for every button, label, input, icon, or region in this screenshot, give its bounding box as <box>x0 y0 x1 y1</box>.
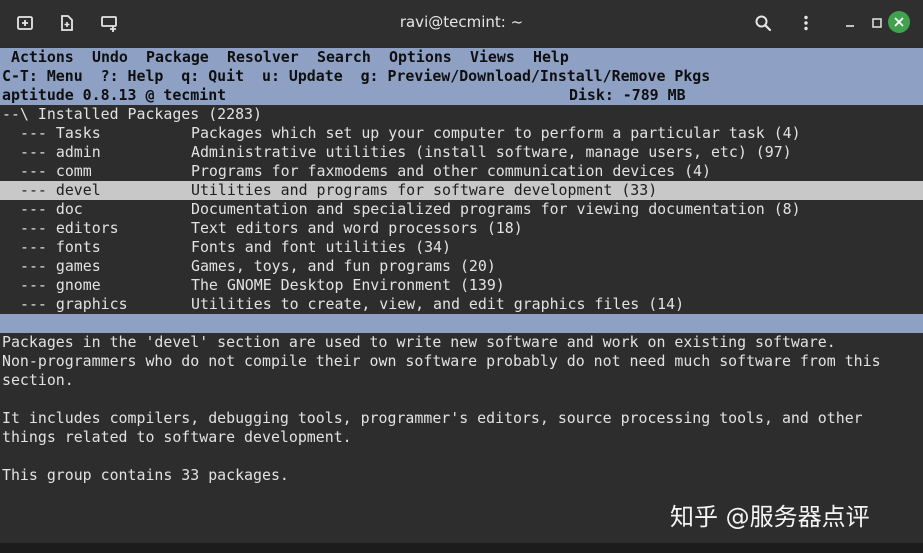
menu-views[interactable]: Views <box>470 48 515 67</box>
description-text: This group contains 33 packages. <box>2 466 289 484</box>
version-text: aptitude 0.8.13 @ tecmint <box>2 86 227 104</box>
watermark: 知乎 @服务器点评 <box>670 503 870 531</box>
window-title: ravi@tecmint: ~ <box>399 13 524 31</box>
section-desc: Games, toys, and fun programs (20) <box>191 257 496 275</box>
bottom-edge <box>0 543 923 553</box>
status-bar: aptitude 0.8.13 @ tecmint Disk: -789 MB <box>0 86 923 105</box>
description-text: things related to software development. <box>2 428 352 446</box>
terminal-window: ravi@tecmint: ~ Actions Undo Package Res… <box>0 0 923 553</box>
section-desc: Administrative utilities (install softwa… <box>191 143 792 161</box>
section-desc: The GNOME Desktop Environment (139) <box>191 276 505 294</box>
section-desc: Fonts and font utilities (34) <box>191 238 451 256</box>
shortcut-text: C-T: Menu ?: Help q: Quit u: Update g: P… <box>2 67 711 85</box>
section-row-gnome[interactable]: --- gnome The GNOME Desktop Environment … <box>0 276 923 295</box>
menu-help[interactable]: Help <box>533 48 569 67</box>
section-row-editors[interactable]: --- editors Text editors and word proces… <box>0 219 923 238</box>
description-line: things related to software development. <box>0 428 923 447</box>
shortcut-bar: C-T: Menu ?: Help q: Quit u: Update g: P… <box>0 67 923 86</box>
section-row-graphics[interactable]: --- graphics Utilities to create, view, … <box>0 295 923 314</box>
section-name: --- comm <box>20 162 92 180</box>
terminal-area[interactable]: Actions Undo Package Resolver Search Opt… <box>0 47 923 553</box>
section-row-comm[interactable]: --- comm Programs for faxmodems and othe… <box>0 162 923 181</box>
section-name: --- doc <box>20 200 83 218</box>
menu-search[interactable]: Search <box>317 48 371 67</box>
section-name: --- gnome <box>20 276 101 294</box>
section-name: --- devel <box>20 181 101 199</box>
menu-package[interactable]: Package <box>146 48 209 67</box>
description-text: section. <box>2 371 74 389</box>
description-line: It includes compilers, debugging tools, … <box>0 409 923 428</box>
description-line: Packages in the 'devel' section are used… <box>0 333 923 352</box>
section-row-fonts[interactable]: --- fonts Fonts and font utilities (34) <box>0 238 923 257</box>
section-name: --- graphics <box>20 295 128 313</box>
section-name: --- admin <box>20 143 101 161</box>
section-desc: Text editors and word processors (18) <box>191 219 523 237</box>
minimize-icon <box>846 25 854 27</box>
search-icon <box>755 15 772 32</box>
description-text: It includes compilers, debugging tools, … <box>2 409 863 427</box>
menu-actions[interactable]: Actions <box>11 48 74 67</box>
description-line <box>0 447 923 466</box>
kebab-menu-icon <box>804 15 808 31</box>
section-name: --- fonts <box>20 238 101 256</box>
search-button[interactable] <box>747 8 779 38</box>
section-desc: Packages which set up your computer to p… <box>191 124 801 142</box>
section-desc: Documentation and specialized programs f… <box>191 200 801 218</box>
section-row-devel-selected[interactable]: --- devel Utilities and programs for sof… <box>0 181 923 200</box>
section-row-admin[interactable]: --- admin Administrative utilities (inst… <box>0 143 923 162</box>
disk-usage: Disk: -789 MB <box>569 86 686 104</box>
maximize-icon <box>872 18 882 28</box>
section-name: --- games <box>20 257 101 275</box>
close-button[interactable] <box>888 11 910 33</box>
section-desc: Utilities and programs for software deve… <box>191 181 658 199</box>
pane-divider <box>0 314 923 333</box>
menu-undo[interactable]: Undo <box>92 48 128 67</box>
tree-root-label: --\ Installed Packages (2283) <box>2 105 262 123</box>
section-row-tasks[interactable]: --- Tasks Packages which set up your com… <box>0 124 923 143</box>
tree-root[interactable]: --\ Installed Packages (2283) <box>0 105 923 124</box>
section-name: --- editors <box>20 219 119 237</box>
close-icon <box>894 17 904 27</box>
aptitude-menu-bar: Actions Undo Package Resolver Search Opt… <box>0 48 923 67</box>
description-line: This group contains 33 packages. <box>0 466 923 485</box>
description-text: Non-programmers who do not compile their… <box>2 352 881 370</box>
description-line <box>0 390 923 409</box>
menu-resolver[interactable]: Resolver <box>227 48 299 67</box>
description-line: section. <box>0 371 923 390</box>
menu-button[interactable] <box>790 8 822 38</box>
section-row-games[interactable]: --- games Games, toys, and fun programs … <box>0 257 923 276</box>
description-line: Non-programmers who do not compile their… <box>0 352 923 371</box>
menu-options[interactable]: Options <box>389 48 452 67</box>
title-bar: ravi@tecmint: ~ <box>0 0 923 47</box>
section-desc: Programs for faxmodems and other communi… <box>191 162 711 180</box>
section-name: --- Tasks <box>20 124 101 142</box>
description-text: Packages in the 'devel' section are used… <box>2 333 836 351</box>
section-desc: Utilities to create, view, and edit grap… <box>191 295 685 313</box>
section-row-doc[interactable]: --- doc Documentation and specialized pr… <box>0 200 923 219</box>
